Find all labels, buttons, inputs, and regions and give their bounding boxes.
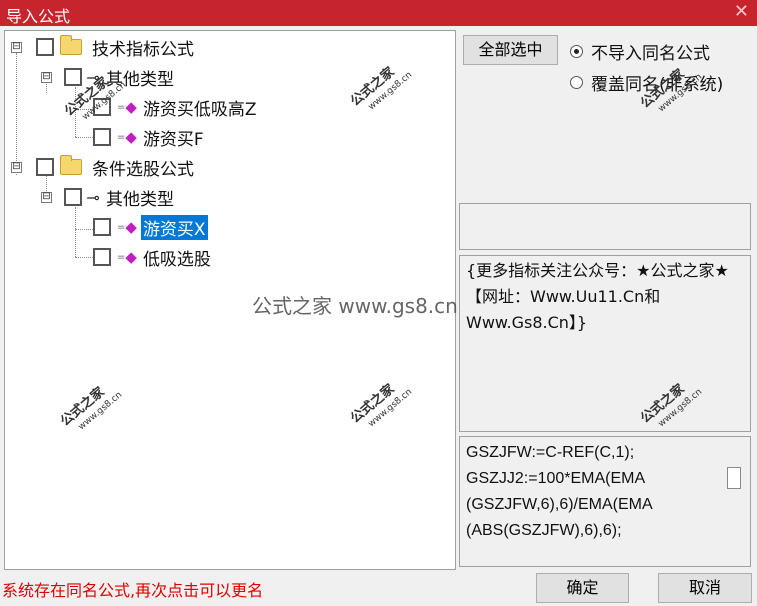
watermark-center: 公式之家 www.gs8.cn [252,294,458,318]
formula-dash-icon: = [117,101,125,113]
gem-icon: ◆ [125,98,137,116]
tree-node-stock-selection[interactable]: ⊟ 条件选股公式 [11,155,196,180]
close-icon[interactable]: ✕ [734,1,749,22]
tree-node-label: 低吸选股 [142,249,211,270]
formula-dash-icon: = [117,251,125,263]
radio-overwrite[interactable] [570,76,583,89]
code-line: (GSZJFW,6),6)/EMA(EMA [466,496,653,513]
tree-line [75,207,76,257]
tree-node-label: 游资买F [142,129,204,150]
tree-node-label: 其他类型 [106,189,174,210]
formula-dash-icon: = [117,221,125,233]
tree-node-label: 游资买低吸高Z [142,99,257,120]
checkbox[interactable] [93,128,111,146]
radio-no-import[interactable] [570,45,583,58]
code-line: GSZJFW:=C-REF(C,1); [466,444,635,461]
tree-node-formula[interactable]: = ◆ 低吸选股 [93,245,213,270]
collapse-icon[interactable]: ⊟ [11,41,22,53]
checkbox[interactable] [64,68,82,86]
collapse-icon[interactable]: ⊟ [11,161,22,173]
checkbox[interactable] [36,38,54,56]
tree-node-label: 条件选股公式 [92,159,194,180]
collapse-icon[interactable]: ⊟ [41,191,52,203]
option-no-import[interactable]: 不导入同名公式 [570,39,710,64]
tree-node-tech-indicators[interactable]: ⊟ 技术指标公式 [11,35,196,60]
gem-icon: ◆ [125,128,137,146]
tree-node-other-types[interactable]: ⊟ ⊸ 其他类型 [41,185,176,210]
tree-node-formula[interactable]: = ◆ 游资买F [93,125,206,150]
cancel-button[interactable]: 取消 [658,573,752,603]
tree-node-label: 游资买X [140,214,208,240]
checkbox[interactable] [93,248,111,266]
folder-icon [60,35,82,55]
select-all-button[interactable]: 全部选中 [463,35,558,65]
tree-node-label: 技术指标公式 [92,39,194,60]
ok-button[interactable]: 确定 [536,573,629,603]
title-bar: 导入公式 ✕ [0,0,757,26]
name-field[interactable] [459,203,751,250]
tree-line [75,257,93,258]
formula-dash-icon: = [117,131,125,143]
code-line: GSZJJ2:=100*EMA(EMA [466,470,646,487]
code-line: (ABS(GSZJFW),6),6); [466,522,622,539]
tree-line [75,229,93,230]
option-label: 不导入同名公式 [591,44,710,64]
collapse-icon[interactable]: ⊟ [41,71,52,83]
key-icon: ⊸ [86,187,100,207]
folder-icon [60,155,82,175]
description-text: {更多指标关注公众号：★公式之家★ 【网址：Www.Uu11.Cn和Www.Gs… [466,261,729,332]
status-message: 系统存在同名公式,再次点击可以更名 [2,581,264,600]
checkbox[interactable] [64,188,82,206]
window-title: 导入公式 [6,7,71,26]
tree-node-formula-selected[interactable]: = ◆ 游资买X [93,214,208,240]
scroll-thumb[interactable] [727,467,741,489]
checkbox[interactable] [36,158,54,176]
tree-line [75,137,93,138]
checkbox[interactable] [93,218,111,236]
gem-icon: ◆ [125,248,137,266]
gem-icon: ◆ [125,218,137,236]
code-text: GSZJFW:=C-REF(C,1); GSZJJ2:=100*EMA(EMA … [466,440,726,544]
